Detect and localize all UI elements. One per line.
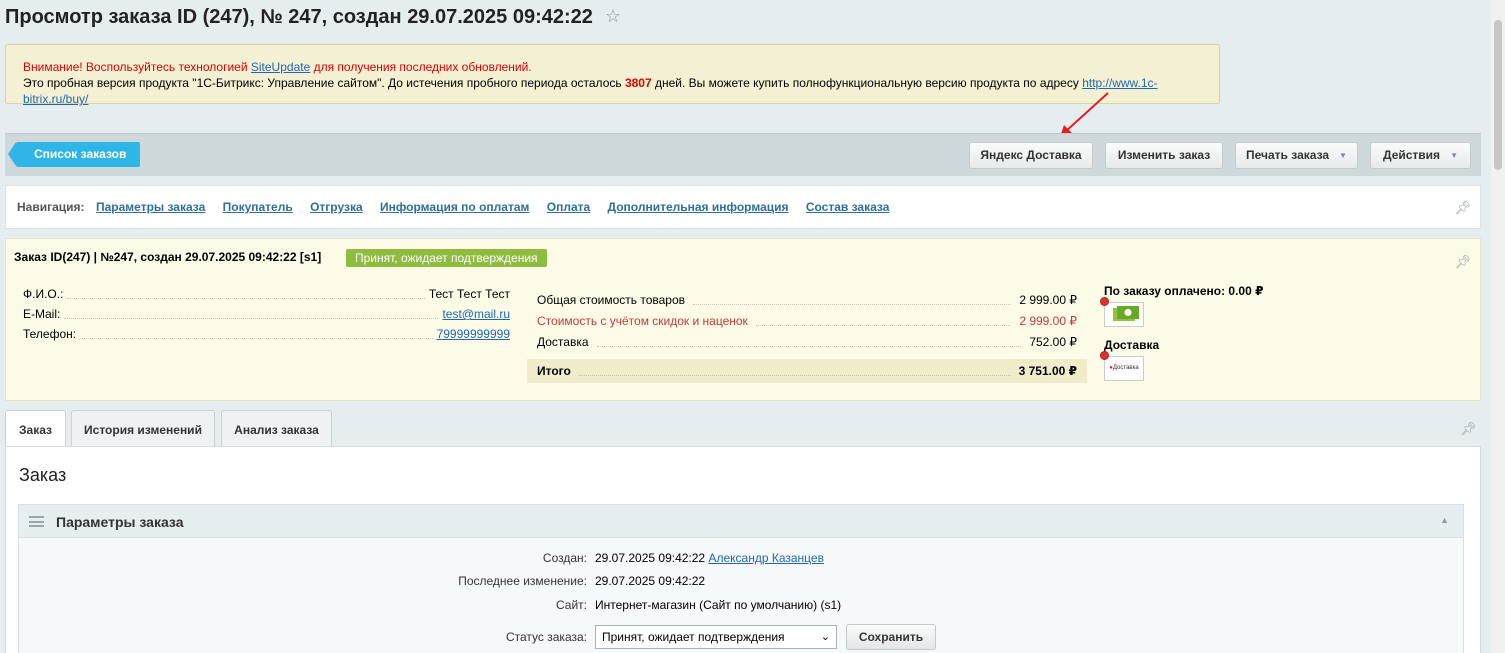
created-date: 29.07.2025 09:42:22 (595, 551, 706, 565)
chevron-down-icon: ▼ (1450, 151, 1458, 160)
nav-link-payment-info[interactable]: Информация по оплатам (380, 200, 529, 214)
scrollbar[interactable] (1491, 0, 1505, 653)
drag-handle-icon[interactable] (29, 516, 44, 527)
page-title: Просмотр заказа ID (247), № 247, создан … (5, 6, 622, 28)
nav-label: Навигация: (17, 200, 85, 214)
created-user-link[interactable]: Александр Казанцев (708, 551, 824, 565)
nav-link-order-contents[interactable]: Состав заказа (806, 200, 890, 214)
total-label: Итого (537, 364, 571, 378)
order-params-body: Создан: 29.07.2025 09:42:22 Александр Каз… (18, 538, 1464, 653)
edit-order-button[interactable]: Изменить заказ (1105, 142, 1223, 169)
fio-value: Тест Тест Тест (428, 287, 510, 301)
site-value: Интернет-магазин (Сайт по умолчанию) (s1… (595, 598, 842, 612)
goods-cost-label: Общая стоимость товаров (537, 292, 686, 307)
update-warning: Внимание! Воспользуйтесь технологией Sit… (23, 60, 532, 74)
pin-icon[interactable]: 📌︎ (1454, 200, 1471, 216)
status-label: Статус заказа: (505, 630, 587, 644)
fio-label: Ф.И.О.: (23, 287, 64, 301)
delivery-title: Доставка (1104, 338, 1160, 352)
scrollbar-thumb[interactable] (1494, 20, 1502, 170)
order-params-header[interactable]: Параметры заказа ▲ (18, 504, 1464, 538)
status-dot-icon (1100, 351, 1109, 360)
created-label: Создан: (542, 551, 587, 565)
nav-links: Параметры заказа Покупатель Отгрузка Инф… (96, 200, 903, 214)
chevron-down-icon: ▼ (1339, 151, 1347, 160)
tab-analysis[interactable]: Анализ заказа (221, 410, 332, 446)
order-status-select[interactable]: Принят, ожидает подтверждения ⌄ (595, 625, 837, 649)
delivery-cost-label: Доставка (537, 334, 589, 349)
navigation-bar: Навигация: Параметры заказа Покупатель О… (5, 185, 1481, 229)
nav-link-order-params[interactable]: Параметры заказа (96, 200, 205, 214)
trial-notice: Внимание! Воспользуйтесь технологией Sit… (5, 44, 1220, 106)
order-costs: Общая стоимость товаров 2 999.00 ₽ Стоимо… (527, 289, 1087, 383)
phone-link[interactable]: 79999999999 (437, 327, 510, 341)
goods-cost-value: 2 999.00 ₽ (1019, 292, 1077, 307)
tab-history[interactable]: История изменений (71, 410, 215, 446)
yandex-delivery-button[interactable]: Яндекс Доставка (969, 142, 1093, 169)
toolbar: Список заказов Яндекс Доставка Изменить … (5, 133, 1481, 176)
nav-link-buyer[interactable]: Покупатель (223, 200, 293, 214)
summary-title: Заказ ID(247) | №247, создан 29.07.2025 … (14, 250, 322, 264)
email-label: E-Mail: (23, 307, 61, 321)
order-summary: Заказ ID(247) | №247, создан 29.07.2025 … (5, 238, 1481, 401)
nav-link-additional-info[interactable]: Дополнительная информация (608, 200, 789, 214)
nav-link-payment[interactable]: Оплата (547, 200, 590, 214)
print-order-button[interactable]: Печать заказа ▼ (1235, 142, 1358, 169)
status-dot-icon (1100, 297, 1109, 306)
site-label: Сайт: (555, 598, 587, 612)
nav-link-shipment[interactable]: Отгрузка (310, 200, 363, 214)
actions-button[interactable]: Действия ▼ (1370, 142, 1471, 169)
pin-icon[interactable]: 📌︎ (1460, 421, 1477, 437)
favorite-star-icon[interactable]: ☆ (605, 6, 621, 27)
customer-info: Ф.И.О.: Тест Тест Тест E-Mail: test@mail.r… (23, 284, 510, 344)
content-title: Заказ (19, 465, 67, 485)
delivery-cost-value: 752.00 ₽ (1029, 334, 1077, 349)
payment-cash-icon[interactable] (1104, 302, 1144, 327)
paid-amount: По заказу оплачено: 0.00 ₽ (1104, 284, 1264, 298)
total-value: 3 751.00 ₽ (1018, 364, 1077, 378)
discount-cost-value: 2 999.00 ₽ (1019, 313, 1077, 328)
trial-days: 3807 (624, 76, 652, 90)
phone-label: Телефон: (23, 327, 77, 341)
siteupdate-link[interactable]: SiteUpdate (251, 60, 310, 74)
trial-text: Это пробная версия продукта "1С-Битрикс:… (23, 76, 1158, 106)
collapse-icon[interactable]: ▲ (1440, 515, 1449, 525)
status-badge: Принят, ожидает подтверждения (346, 249, 547, 267)
order-content: Заказ Параметры заказа ▲ Создан: 29.07.20… (5, 446, 1481, 653)
orders-list-button[interactable]: Список заказов (8, 142, 140, 167)
modified-label: Последнее изменение: (458, 574, 587, 588)
email-link[interactable]: test@mail.ru (442, 307, 510, 321)
yandex-delivery-logo-icon[interactable]: ●Доставка (1104, 356, 1144, 381)
section-title: Параметры заказа (56, 514, 184, 530)
save-button[interactable]: Сохранить (846, 624, 936, 650)
chevron-down-icon: ⌄ (820, 631, 830, 643)
pin-icon[interactable]: 📌︎ (1454, 254, 1471, 270)
discount-cost-label: Стоимость с учётом скидок и наценок (537, 313, 748, 328)
tab-order[interactable]: Заказ (5, 410, 66, 447)
modified-date: 29.07.2025 09:42:22 (595, 574, 706, 588)
